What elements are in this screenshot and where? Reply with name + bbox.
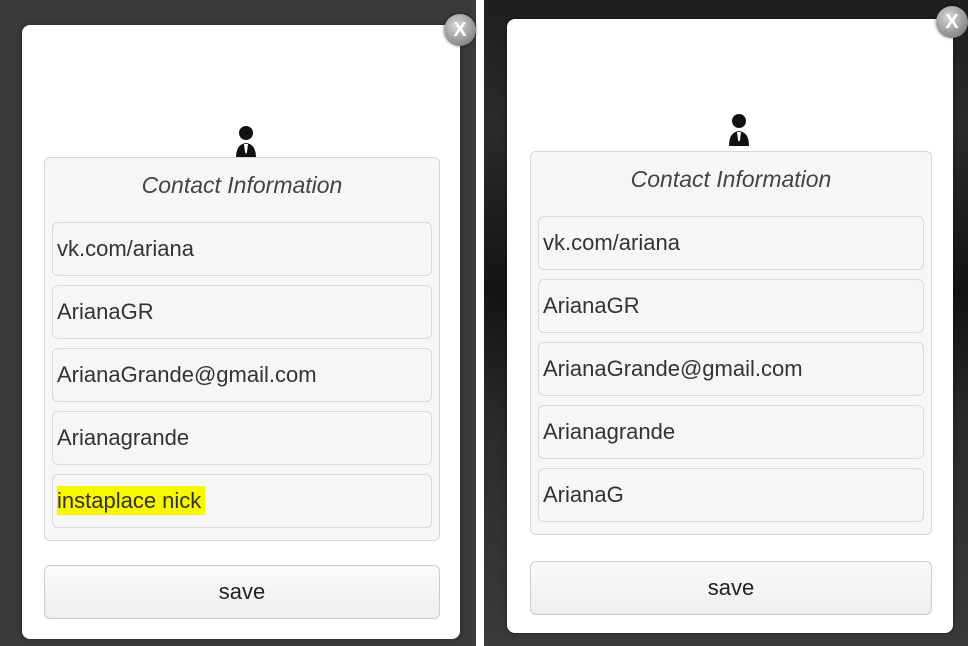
contact-fieldset: Contact Information vk.com/ariana Ariana…	[530, 151, 932, 535]
contact-field-vk[interactable]: vk.com/ariana	[52, 222, 432, 276]
field-value: vk.com/ariana	[57, 236, 194, 261]
contact-field-username[interactable]: ArianaGR	[52, 285, 432, 339]
field-value: ArianaGR	[543, 293, 640, 318]
close-icon[interactable]: X	[444, 14, 476, 46]
save-button[interactable]: save	[530, 561, 932, 615]
fieldset-legend: Contact Information	[141, 172, 343, 198]
user-icon	[729, 114, 749, 146]
fieldset-legend: Contact Information	[630, 166, 832, 192]
contact-dialog: Contact Information vk.com/ariana Ariana…	[22, 25, 460, 639]
contact-field-email[interactable]: ArianaGrande@gmail.com	[538, 342, 924, 396]
field-value: ArianaGrande@gmail.com	[57, 362, 317, 387]
field-value: Arianagrande	[543, 419, 676, 444]
contact-field-email[interactable]: ArianaGrande@gmail.com	[52, 348, 432, 402]
field-value: ArianaG	[543, 482, 624, 507]
contact-field-nickname[interactable]: Arianagrande	[52, 411, 432, 465]
field-value: Arianagrande	[57, 425, 190, 450]
field-value: vk.com/ariana	[543, 230, 680, 255]
field-value: ArianaGR	[57, 299, 154, 324]
contact-field-vk[interactable]: vk.com/ariana	[538, 216, 924, 270]
contact-fieldset: Contact Information vk.com/ariana Ariana…	[44, 157, 440, 541]
contact-field-instaplace[interactable]: instaplace nick	[52, 474, 432, 528]
user-icon	[236, 126, 256, 158]
contact-dialog: Contact Information vk.com/ariana Ariana…	[507, 19, 953, 633]
contact-field-nickname[interactable]: Arianagrande	[538, 405, 924, 459]
contact-field-instaplace[interactable]: ArianaG	[538, 468, 924, 522]
contact-field-username[interactable]: ArianaGR	[538, 279, 924, 333]
save-button[interactable]: save	[44, 565, 440, 619]
right-panel: Contact Information vk.com/ariana Ariana…	[484, 0, 968, 646]
close-icon[interactable]: X	[936, 6, 968, 38]
left-panel: Contact Information vk.com/ariana Ariana…	[0, 0, 476, 646]
field-value: ArianaGrande@gmail.com	[543, 356, 803, 381]
field-value-highlighted: instaplace nick	[57, 486, 206, 515]
